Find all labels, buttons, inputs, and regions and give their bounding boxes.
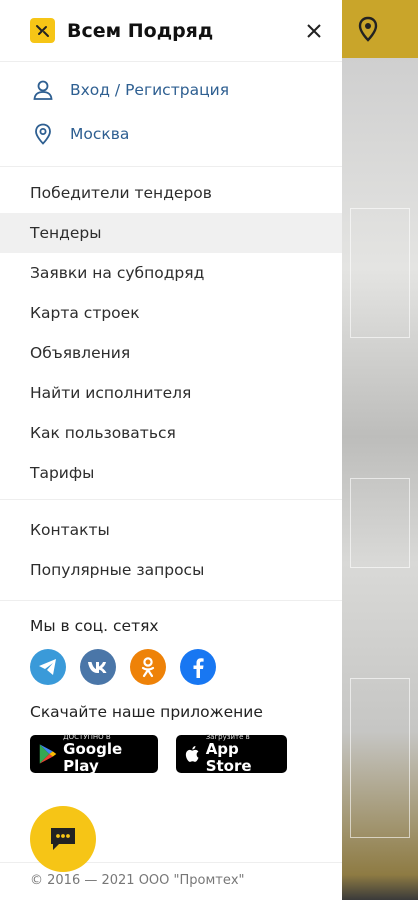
main-menu: Победители тендеров Тендеры Заявки на су… (0, 167, 342, 500)
app-store-badges: ДОСТУПНО В Google Play Загрузите в App S… (30, 733, 312, 775)
account-section: Вход / Регистрация Москва (0, 62, 342, 167)
login-label: Вход / Регистрация (70, 81, 230, 99)
menu-item-popular-queries[interactable]: Популярные запросы (0, 550, 342, 590)
app-store-label: App Store (205, 740, 252, 775)
city-label: Москва (70, 125, 130, 143)
menu-item-find-contractor[interactable]: Найти исполнителя (0, 373, 342, 413)
social-icons (30, 649, 312, 685)
chat-icon (51, 828, 75, 850)
chat-button[interactable] (30, 806, 96, 872)
menu-item-tender-winners[interactable]: Победители тендеров (0, 173, 342, 213)
brand-logo-icon[interactable] (30, 18, 55, 43)
vk-icon[interactable] (80, 649, 116, 685)
menu-item-pricing[interactable]: Тарифы (0, 453, 342, 493)
apple-icon (185, 745, 199, 762)
social-section: Мы в соц. сетях Скачайте наше приложение (0, 601, 342, 775)
menu-item-how-to-use[interactable]: Как пользоваться (0, 413, 342, 453)
google-play-label: Google Play (63, 740, 123, 775)
social-title: Мы в соц. сетях (30, 617, 159, 635)
menu-item-contacts[interactable]: Контакты (0, 510, 342, 550)
google-play-button[interactable]: ДОСТУПНО В Google Play (30, 733, 158, 775)
menu-item-construction-map[interactable]: Карта строек (0, 293, 342, 333)
login-link[interactable]: Вход / Регистрация (0, 68, 342, 112)
app-download-title: Скачайте наше приложение (30, 703, 263, 721)
close-button[interactable] (304, 21, 324, 41)
brand-name[interactable]: Всем Подряд (67, 20, 304, 42)
user-icon (33, 80, 53, 100)
google-play-icon (39, 744, 57, 764)
odnoklassniki-icon[interactable] (130, 649, 166, 685)
menu-item-subcontract-requests[interactable]: Заявки на субподряд (0, 253, 342, 293)
background-photo (342, 58, 418, 900)
secondary-menu: Контакты Популярные запросы (0, 500, 342, 601)
close-icon (307, 23, 321, 38)
telegram-icon[interactable] (30, 649, 66, 685)
city-selector[interactable]: Москва (0, 112, 342, 156)
location-pin-icon (358, 16, 378, 42)
menu-item-ads[interactable]: Объявления (0, 333, 342, 373)
app-store-button[interactable]: Загрузите в App Store (176, 733, 287, 775)
side-drawer: Всем Подряд Вход / Регистрация Москва По… (0, 0, 342, 900)
location-pin-icon (35, 123, 51, 145)
drawer-header: Всем Подряд (0, 0, 342, 62)
facebook-icon[interactable] (180, 649, 216, 685)
menu-item-tenders[interactable]: Тендеры (0, 213, 342, 253)
